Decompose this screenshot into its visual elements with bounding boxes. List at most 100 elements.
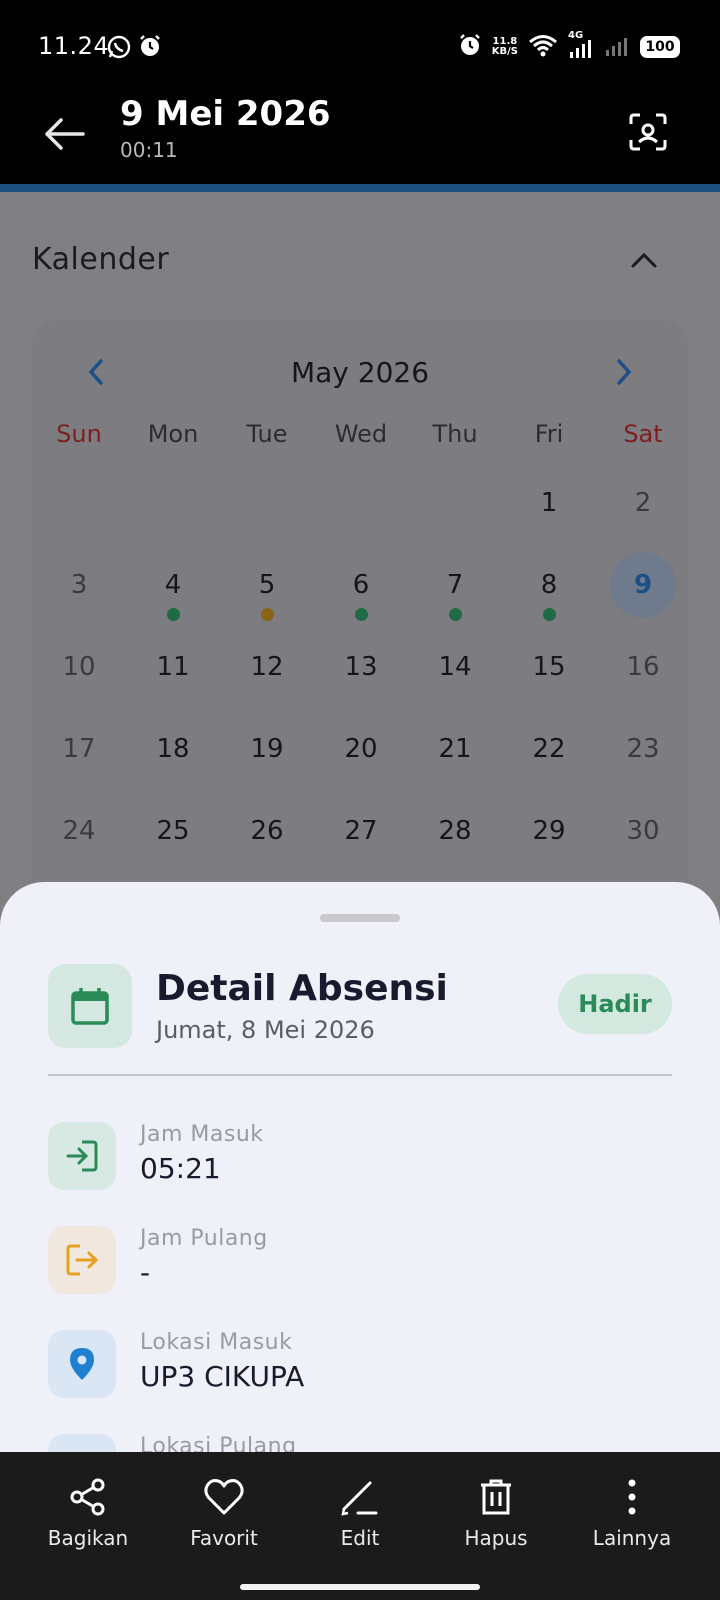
calendar-day[interactable]: 13 — [314, 634, 408, 700]
weekday-label: Sat — [623, 420, 663, 448]
edit-button[interactable]: Edit — [292, 1474, 428, 1554]
weekday-label: Mon — [147, 420, 199, 448]
detail-label: Lokasi Pulang — [140, 1434, 297, 1452]
calendar-day[interactable]: 17 — [32, 716, 126, 782]
calendar-day[interactable]: 2 — [596, 470, 690, 536]
calendar-day[interactable]: 12 — [220, 634, 314, 700]
detail-label: Jam Masuk — [140, 1122, 264, 1147]
action-label: Favorit — [190, 1526, 258, 1550]
calendar-collapse-button[interactable] — [624, 242, 664, 282]
calendar-day[interactable]: 1 — [502, 470, 596, 536]
calendar-day[interactable]: 30 — [596, 798, 690, 864]
next-month-button[interactable] — [604, 354, 644, 394]
chevron-up-icon — [630, 251, 658, 273]
day-number: 28 — [438, 816, 472, 846]
divider — [48, 1074, 672, 1076]
day-number: 19 — [250, 734, 284, 764]
calendar-day[interactable]: 7 — [408, 552, 502, 621]
calendar-day[interactable]: 22 — [502, 716, 596, 782]
edit-icon — [292, 1474, 428, 1520]
calendar-day[interactable]: 19 — [220, 716, 314, 782]
day-number: 25 — [156, 816, 190, 846]
calendar-day[interactable]: 4 — [126, 552, 220, 621]
day-number: 12 — [250, 652, 284, 682]
day-number: 10 — [62, 652, 96, 682]
action-label: Hapus — [464, 1526, 528, 1550]
weekday-label: Wed — [334, 420, 388, 448]
calendar-day[interactable]: 29 — [502, 798, 596, 864]
weekday-label: Sun — [56, 420, 102, 448]
network-speed: 11.8 KB/S — [492, 37, 518, 57]
day-number: 18 — [156, 734, 190, 764]
status-bar: 11.24 11.8 KB/S 4G 100 — [0, 0, 720, 90]
favorite-button[interactable]: Favorit — [156, 1474, 292, 1554]
calendar-day[interactable]: 21 — [408, 716, 502, 782]
signal-icon: 4G — [568, 30, 594, 60]
day-number: 30 — [626, 816, 660, 846]
calendar-day[interactable]: 5 — [220, 552, 314, 621]
calendar-day[interactable]: 28 — [408, 798, 502, 864]
detail-value: - — [140, 1256, 151, 1289]
calendar-day[interactable]: 16 — [596, 634, 690, 700]
day-number: 9 — [610, 552, 676, 618]
back-button[interactable] — [36, 108, 92, 164]
calendar-day[interactable]: 14 — [408, 634, 502, 700]
attendance-detail-sheet: Detail Absensi Jumat, 8 Mei 2026 Hadir J… — [0, 882, 720, 1452]
detail-row-jam-pulang: Jam Pulang - — [48, 1226, 672, 1296]
attendance-dot — [543, 608, 556, 621]
calendar-day[interactable]: 15 — [502, 634, 596, 700]
calendar-day[interactable]: 23 — [596, 716, 690, 782]
action-label: Edit — [340, 1526, 380, 1550]
day-number: 1 — [540, 488, 558, 518]
network-speed-unit: KB/S — [491, 46, 518, 57]
day-number: 17 — [62, 734, 96, 764]
day-number: 2 — [634, 488, 652, 518]
calendar-day[interactable]: 6 — [314, 552, 408, 621]
calendar-day[interactable]: 9 — [596, 552, 690, 618]
share-button[interactable]: Bagikan — [20, 1474, 156, 1554]
signal-icon — [604, 32, 630, 62]
calendar-day[interactable]: 24 — [32, 798, 126, 864]
status-icons: 11.8 KB/S 4G 100 — [458, 30, 680, 62]
heart-icon — [156, 1474, 292, 1520]
delete-button[interactable]: Hapus — [428, 1474, 564, 1554]
calendar-day[interactable]: 27 — [314, 798, 408, 864]
day-number: 21 — [438, 734, 472, 764]
day-number: 27 — [344, 816, 378, 846]
attendance-dot — [449, 608, 462, 621]
logout-icon — [48, 1226, 116, 1294]
calendar-icon — [48, 964, 132, 1048]
calendar-day[interactable]: 3 — [32, 552, 126, 618]
trash-icon — [428, 1474, 564, 1520]
calendar-day[interactable]: 11 — [126, 634, 220, 700]
calendar-header: May 2026 — [32, 350, 688, 400]
scan-button[interactable] — [620, 106, 676, 162]
more-button[interactable]: Lainnya — [564, 1474, 700, 1554]
arrow-left-icon — [41, 114, 87, 158]
share-icon — [20, 1474, 156, 1520]
calendar-month-label: May 2026 — [290, 356, 430, 389]
day-number: 22 — [532, 734, 566, 764]
login-icon — [48, 1122, 116, 1190]
calendar-day[interactable]: 10 — [32, 634, 126, 700]
bottom-action-bar: Bagikan Favorit Edit Hapus Lainnya — [0, 1452, 720, 1600]
detail-label: Lokasi Masuk — [140, 1330, 293, 1355]
weekday-label: Fri — [534, 420, 564, 448]
calendar-day[interactable]: 26 — [220, 798, 314, 864]
location-pin-icon — [48, 1330, 116, 1398]
alarm-icon — [138, 34, 162, 62]
network-type: 4G — [568, 30, 584, 41]
day-number: 13 — [344, 652, 378, 682]
action-label: Lainnya — [592, 1526, 672, 1550]
home-indicator[interactable] — [240, 1584, 480, 1590]
weekday-label: Thu — [432, 420, 478, 448]
sheet-drag-handle[interactable] — [320, 914, 400, 922]
chevron-right-icon — [615, 358, 633, 390]
calendar-day[interactable]: 18 — [126, 716, 220, 782]
calendar-day[interactable]: 20 — [314, 716, 408, 782]
calendar-day[interactable]: 25 — [126, 798, 220, 864]
weekday-row: Sun Mon Tue Wed Thu Fri Sat — [32, 420, 688, 460]
calendar-day[interactable]: 8 — [502, 552, 596, 621]
sheet-title: Detail Absensi — [156, 968, 448, 1009]
day-number: 29 — [532, 816, 566, 846]
